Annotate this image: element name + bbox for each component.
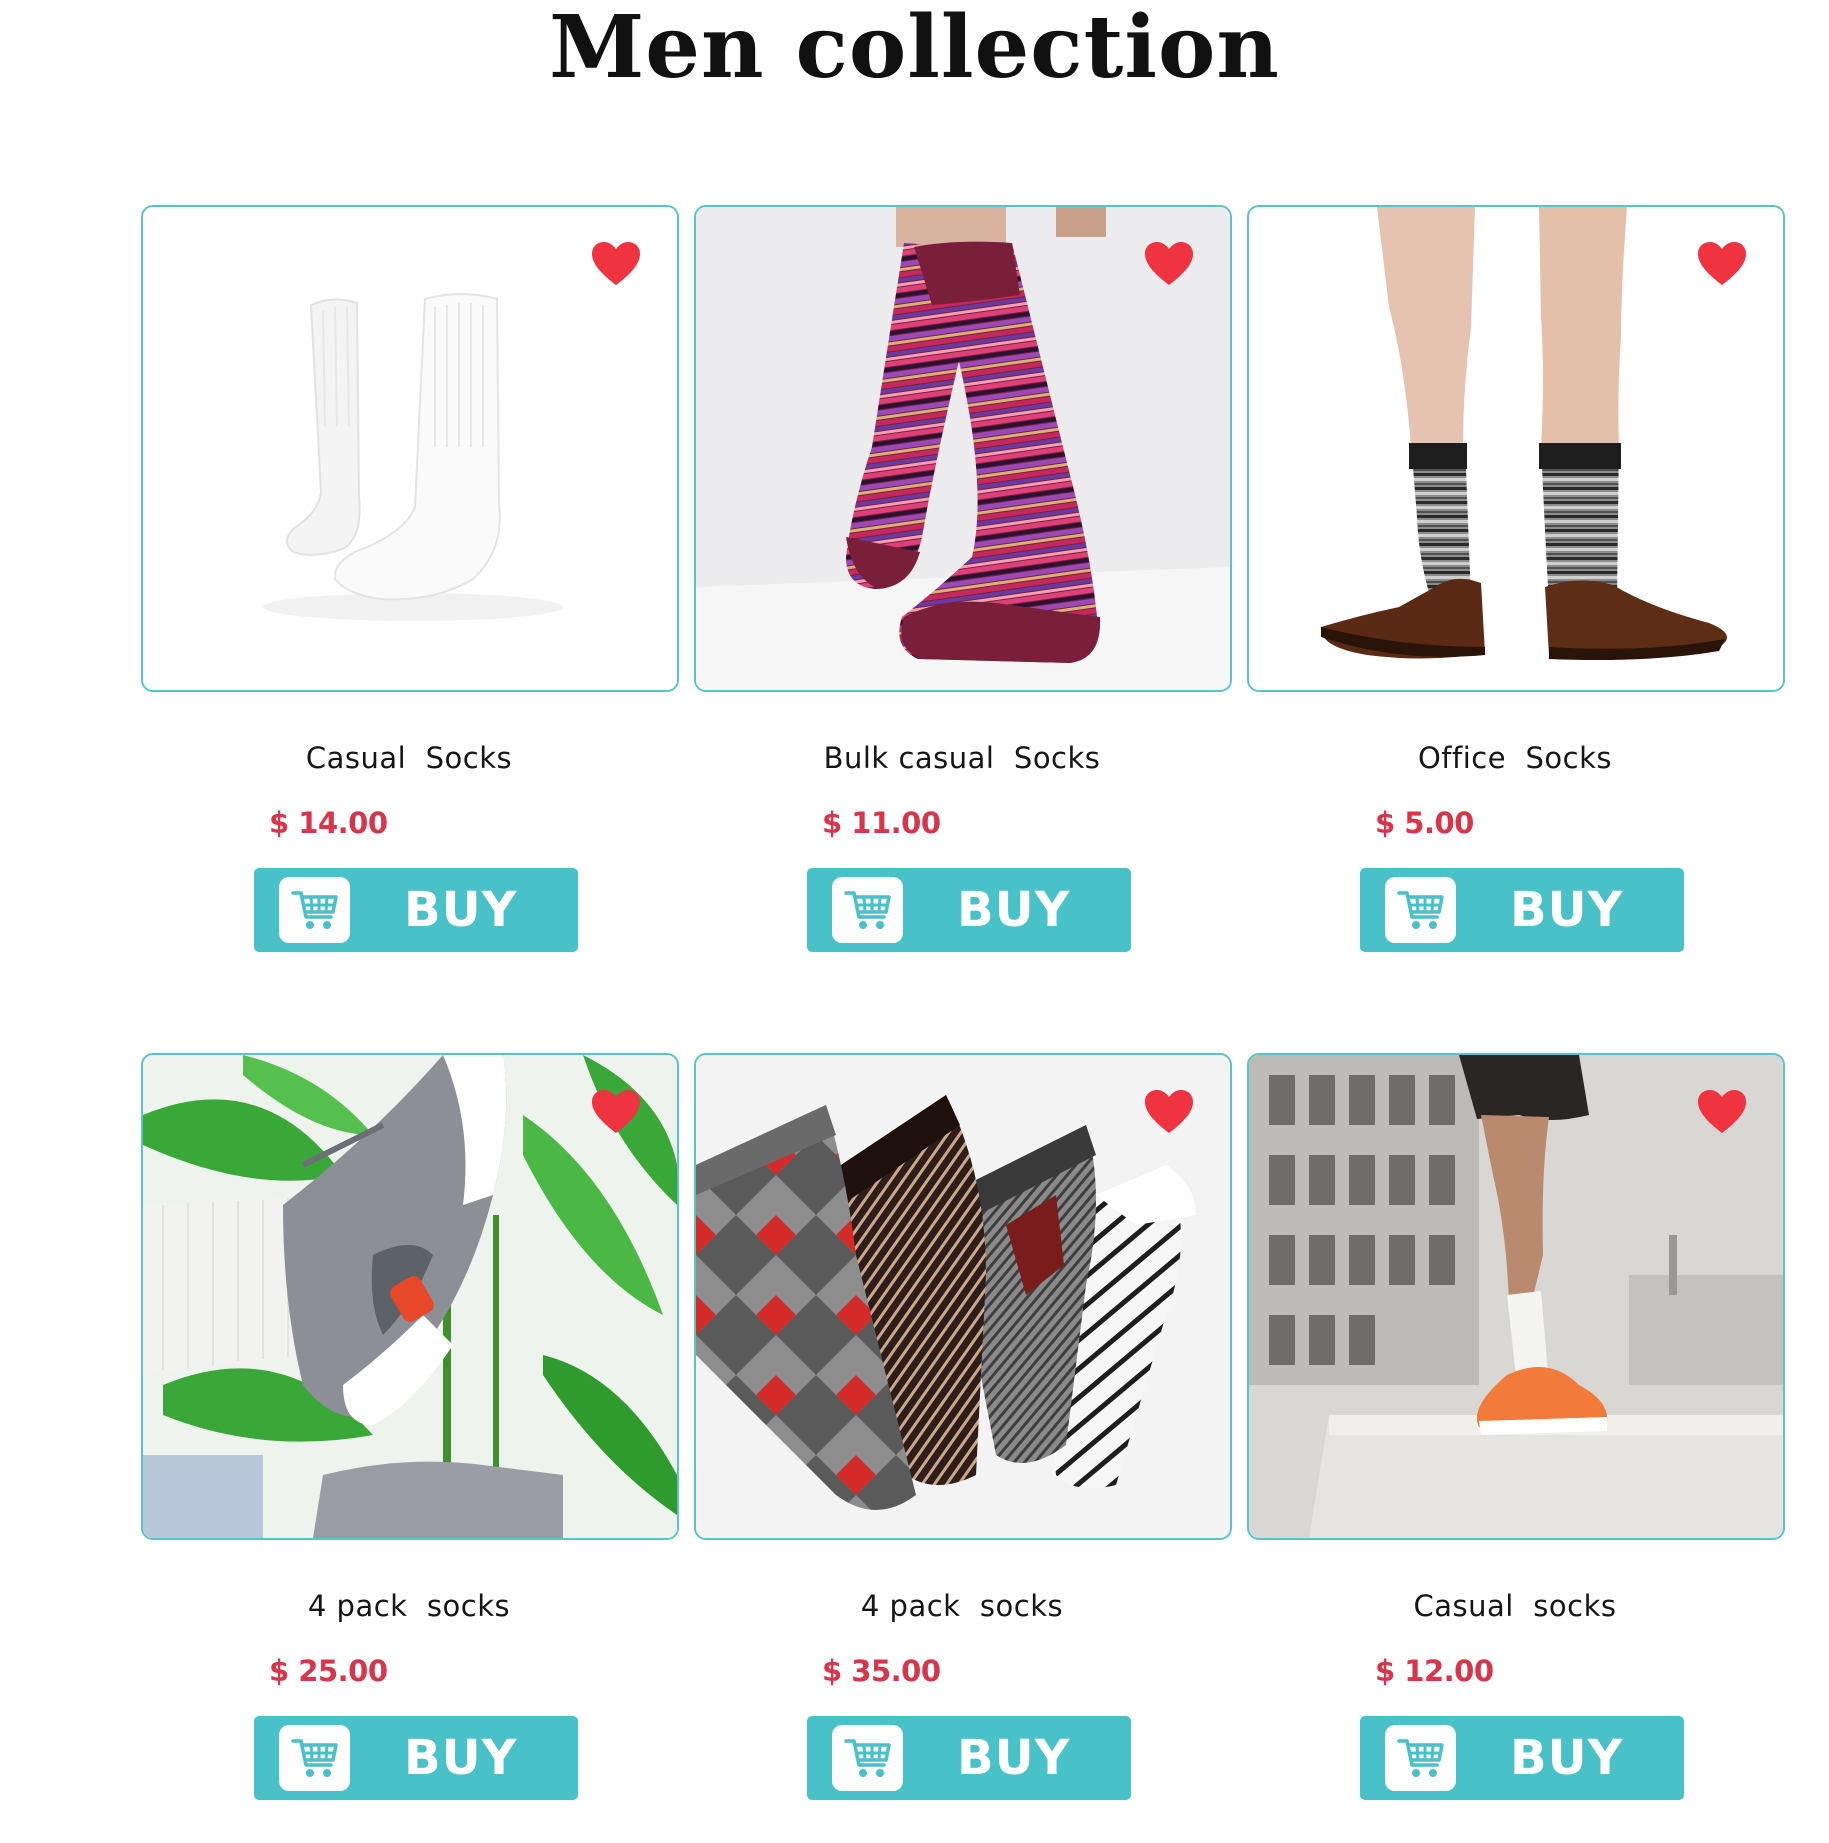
product-price: $ 14.00 xyxy=(269,806,388,840)
product-card: Office Socks $ 5.00 BUY xyxy=(1247,205,1785,995)
cart-icon xyxy=(1397,1735,1445,1781)
cart-icon xyxy=(844,887,892,933)
product-name: Casual socks xyxy=(1413,1589,1617,1623)
product-name: 4 pack socks xyxy=(860,1589,1064,1623)
buy-button-label: BUY xyxy=(1510,882,1624,938)
buy-button[interactable]: BUY xyxy=(807,1716,1131,1800)
cart-icon-box xyxy=(832,1725,903,1791)
product-price: $ 35.00 xyxy=(822,1654,941,1688)
product-card: 4 pack socks $ 25.00 BUY xyxy=(141,1053,679,1843)
product-price: $ 25.00 xyxy=(269,1654,388,1688)
product-image[interactable] xyxy=(694,205,1232,692)
product-price: $ 12.00 xyxy=(1375,1654,1494,1688)
product-card: Bulk casual Socks $ 11.00 BUY xyxy=(694,205,1232,995)
heart-icon[interactable] xyxy=(1697,241,1747,287)
heart-icon[interactable] xyxy=(1144,241,1194,287)
cart-icon-box xyxy=(832,877,903,943)
product-image[interactable] xyxy=(694,1053,1232,1540)
buy-button[interactable]: BUY xyxy=(1360,868,1684,952)
heart-icon[interactable] xyxy=(1697,1089,1747,1135)
product-name: Casual Socks xyxy=(305,741,513,775)
buy-button[interactable]: BUY xyxy=(254,868,578,952)
heart-icon[interactable] xyxy=(591,1089,641,1135)
cart-icon xyxy=(291,887,339,933)
heart-icon[interactable] xyxy=(1144,1089,1194,1135)
product-card: 4 pack socks $ 35.00 BUY xyxy=(694,1053,1232,1843)
buy-button[interactable]: BUY xyxy=(1360,1716,1684,1800)
product-price: $ 11.00 xyxy=(822,806,941,840)
product-name: Bulk casual Socks xyxy=(823,741,1101,775)
cart-icon xyxy=(291,1735,339,1781)
product-image[interactable] xyxy=(1247,205,1785,692)
buy-button-label: BUY xyxy=(1510,1730,1624,1786)
buy-button-label: BUY xyxy=(404,1730,518,1786)
buy-button-label: BUY xyxy=(957,882,1071,938)
heart-icon[interactable] xyxy=(591,241,641,287)
product-price: $ 5.00 xyxy=(1375,806,1474,840)
product-name: 4 pack socks xyxy=(307,1589,511,1623)
page-title: Men collection xyxy=(549,0,1280,98)
cart-icon xyxy=(844,1735,892,1781)
product-name: Office Socks xyxy=(1417,741,1613,775)
buy-button[interactable]: BUY xyxy=(807,868,1131,952)
product-card: Casual socks $ 12.00 BUY xyxy=(1247,1053,1785,1843)
product-image[interactable] xyxy=(141,205,679,692)
buy-button[interactable]: BUY xyxy=(254,1716,578,1800)
cart-icon-box xyxy=(279,1725,350,1791)
cart-icon xyxy=(1397,887,1445,933)
cart-icon-box xyxy=(1385,877,1456,943)
product-card: Casual Socks $ 14.00 BUY xyxy=(141,205,679,995)
product-image[interactable] xyxy=(1247,1053,1785,1540)
cart-icon-box xyxy=(279,877,350,943)
buy-button-label: BUY xyxy=(957,1730,1071,1786)
cart-icon-box xyxy=(1385,1725,1456,1791)
product-image[interactable] xyxy=(141,1053,679,1540)
buy-button-label: BUY xyxy=(404,882,518,938)
